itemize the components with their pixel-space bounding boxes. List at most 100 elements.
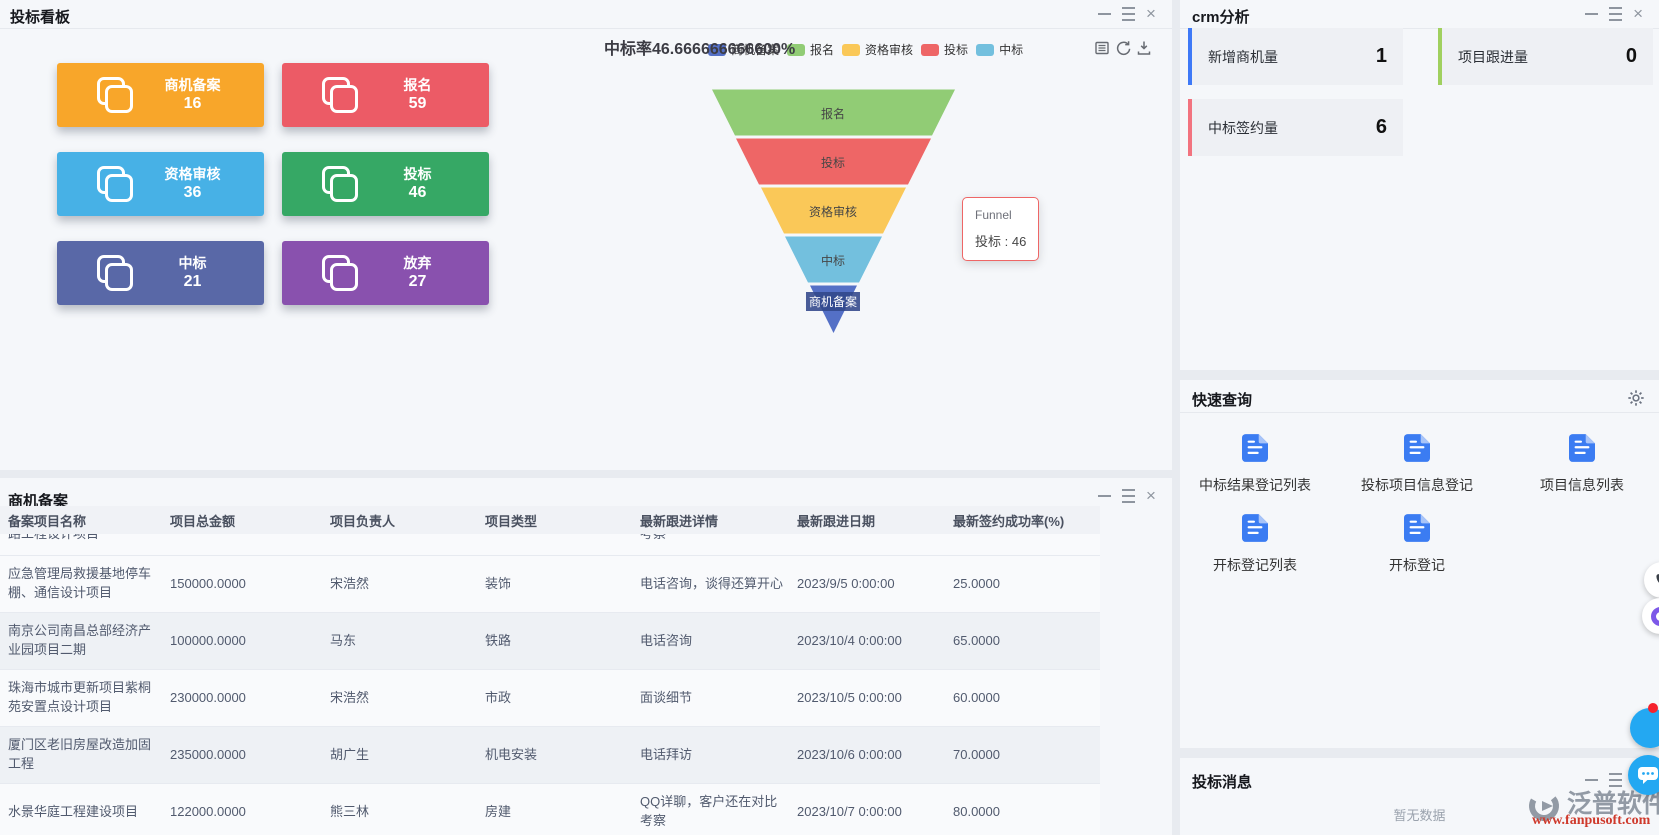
copy-icon <box>322 255 358 291</box>
quick-link-open-bid-list[interactable]: 开标登记列表 <box>1170 514 1340 575</box>
table-row-clipped[interactable]: 路工程设计项目 考察 <box>0 534 1100 556</box>
crm-card-signed-wins: 中标签约量 6 <box>1188 99 1403 156</box>
legend-item[interactable]: 投标 <box>921 41 968 58</box>
stat-card-bid[interactable]: 投标 46 <box>282 152 489 216</box>
stat-card-opportunity[interactable]: 商机备案 16 <box>57 63 264 127</box>
close-icon[interactable]: × <box>1633 7 1643 21</box>
minimize-icon[interactable] <box>1098 495 1111 497</box>
close-icon[interactable]: × <box>1146 7 1156 21</box>
quick-link-win-result-list[interactable]: 中标结果登记列表 <box>1170 434 1340 495</box>
quick-link-label: 开标登记 <box>1332 555 1502 575</box>
quick-link-label: 投标项目信息登记 <box>1332 475 1502 495</box>
divider <box>1180 412 1659 413</box>
crm-card-label: 新增商机量 <box>1208 47 1278 67</box>
tooltip-series: Funnel <box>975 208 1026 222</box>
cell-type: 装饰 <box>485 575 640 594</box>
empty-state-text: 暂无数据 <box>1393 805 1445 824</box>
minimize-icon[interactable] <box>1585 779 1598 781</box>
column-header[interactable]: 项目类型 <box>485 511 640 530</box>
refresh-icon[interactable] <box>1115 40 1131 56</box>
column-header[interactable]: 项目总金额 <box>170 511 330 530</box>
cell-rate: 80.0000 <box>953 803 1100 822</box>
column-header[interactable]: 最新跟进日期 <box>797 511 953 530</box>
funnel-label: 商机备案 <box>806 292 860 311</box>
crm-card-label: 中标签约量 <box>1208 118 1278 138</box>
cell-rate: 60.0000 <box>953 689 1100 708</box>
cell-name: 应急管理局救援基地停车棚、通信设计项目 <box>8 565 170 603</box>
column-header[interactable]: 项目负责人 <box>330 511 485 530</box>
crm-card-value: 6 <box>1376 116 1387 139</box>
table-row[interactable]: 厦门区老旧房屋改造加固工程 235000.0000 胡广生 机电安装 电话拜访 … <box>0 727 1100 784</box>
legend-item[interactable]: 资格审核 <box>842 41 913 58</box>
cell-amount: 230000.0000 <box>170 689 330 708</box>
legend-item[interactable]: 中标 <box>976 41 1023 58</box>
cell-name: 厦门区老旧房屋改造加固工程 <box>8 736 170 774</box>
cell-owner: 胡广生 <box>330 746 485 765</box>
cell-type: 机电安装 <box>485 746 640 765</box>
cell-detail: QQ详聊，客户还在对比考察 <box>640 793 797 831</box>
table-row[interactable]: 应急管理局救援基地停车棚、通信设计项目 150000.0000 宋浩然 装饰 电… <box>0 556 1100 613</box>
cell-owner: 熊三林 <box>330 803 485 822</box>
minimize-icon[interactable] <box>1585 13 1598 15</box>
menu-icon[interactable] <box>1122 489 1135 503</box>
cell-name: 珠海市城市更新项目紫桐苑安置点设计项目 <box>8 679 170 717</box>
table-row[interactable]: 水景华庭工程建设项目 122000.0000 熊三林 房建 QQ详聊，客户还在对… <box>0 784 1100 835</box>
watermark: 泛普软件 www.fanpusoft.com <box>1528 788 1562 829</box>
crm-card-label: 项目跟进量 <box>1458 47 1528 67</box>
panel-title: 快速查询 <box>1192 389 1252 410</box>
dashboard: 投标看板 × 商机备案 16 报名 59 资格审核 36 投标 46 <box>0 0 1659 835</box>
legend-swatch <box>921 44 939 56</box>
panel-title: 投标消息 <box>1192 771 1252 792</box>
document-icon <box>1404 514 1430 542</box>
window-controls: × <box>1098 7 1156 21</box>
menu-icon[interactable] <box>1122 7 1135 21</box>
quick-link-project-info-list[interactable]: 项目信息列表 <box>1497 434 1659 495</box>
document-icon <box>1404 434 1430 462</box>
cell-amount: 150000.0000 <box>170 575 330 594</box>
column-header[interactable]: 最新签约成功率(%) <box>953 511 1100 530</box>
legend-swatch <box>976 44 994 56</box>
stat-card-label: 放弃 <box>358 255 477 272</box>
column-header[interactable]: 备案项目名称 <box>8 511 170 530</box>
quick-link-label: 开标登记列表 <box>1170 555 1340 575</box>
close-icon[interactable]: × <box>1146 489 1156 503</box>
cell-owner: 宋浩然 <box>330 575 485 594</box>
watermark-url: www.fanpusoft.com <box>1532 813 1650 829</box>
stat-card-abandon[interactable]: 放弃 27 <box>282 241 489 305</box>
stat-card-value: 16 <box>133 94 252 113</box>
cell-type: 铁路 <box>485 632 640 651</box>
quick-link-bid-project-info[interactable]: 投标项目信息登记 <box>1332 434 1502 495</box>
download-icon[interactable] <box>1136 40 1152 56</box>
stat-card-win[interactable]: 中标 21 <box>57 241 264 305</box>
data-view-icon[interactable] <box>1094 40 1110 56</box>
gear-icon[interactable] <box>1627 389 1645 407</box>
copy-icon <box>322 77 358 113</box>
cell-owner: 宋浩然 <box>330 689 485 708</box>
quick-link-open-bid-register[interactable]: 开标登记 <box>1332 514 1502 575</box>
minimize-icon[interactable] <box>1098 13 1111 15</box>
stat-card-signup[interactable]: 报名 59 <box>282 63 489 127</box>
stat-card-qualification[interactable]: 资格审核 36 <box>57 152 264 216</box>
cell-detail: 电话咨询 <box>640 632 797 651</box>
page-title: 投标看板 <box>10 6 70 27</box>
accent-bar <box>1438 28 1442 85</box>
stat-card-value: 21 <box>133 272 252 291</box>
panel-title-bar <box>0 0 1172 29</box>
copy-icon <box>97 166 133 202</box>
quick-link-label: 项目信息列表 <box>1497 475 1659 495</box>
cell-amount: 122000.0000 <box>170 803 330 822</box>
document-icon <box>1569 434 1595 462</box>
crm-card-followups: 项目跟进量 0 <box>1438 28 1653 85</box>
stat-card-value: 36 <box>133 183 252 202</box>
table-row[interactable]: 南京公司南昌总部经济产业园项目二期 100000.0000 马东 铁路 电话咨询… <box>0 613 1100 670</box>
cell-detail: 面谈细节 <box>640 689 797 708</box>
menu-icon[interactable] <box>1609 7 1622 21</box>
cell-detail: 电话拜访 <box>640 746 797 765</box>
cell-name: 水景华庭工程建设项目 <box>8 803 170 822</box>
bidding-board-panel: 投标看板 × 商机备案 16 报名 59 资格审核 36 投标 46 <box>0 0 1172 470</box>
table-row[interactable]: 珠海市城市更新项目紫桐苑安置点设计项目 230000.0000 宋浩然 市政 面… <box>0 670 1100 727</box>
legend-swatch <box>842 44 860 56</box>
stat-card-label: 投标 <box>358 166 477 183</box>
column-header[interactable]: 最新跟进详情 <box>640 511 797 530</box>
chart-title: 中标率46.666666666600% <box>604 35 795 59</box>
